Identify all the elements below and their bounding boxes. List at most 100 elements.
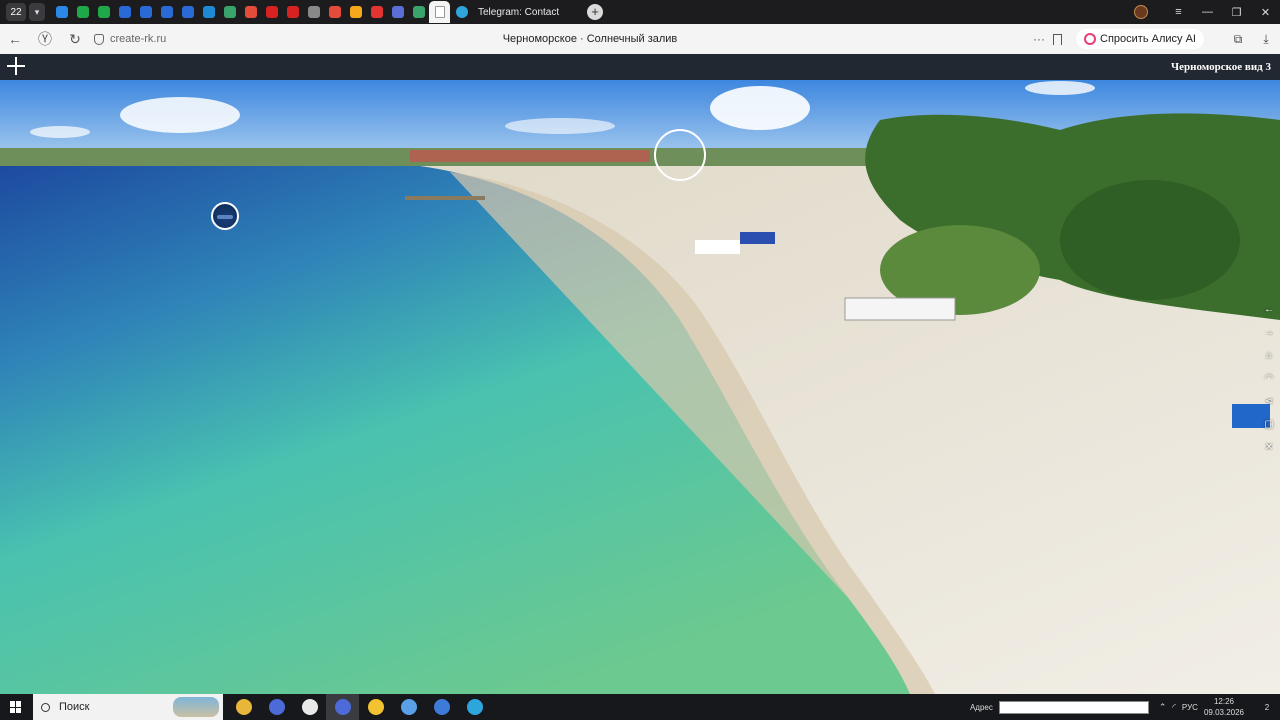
- address-toolbar-input[interactable]: [998, 700, 1149, 714]
- tab-counter-badge[interactable]: 22: [6, 3, 26, 21]
- browser-tab-strip: 22 ▾ Telegram: Contact + ≡ — ❐ ✕: [0, 0, 1280, 24]
- close-icon[interactable]: ✕: [1251, 6, 1280, 19]
- home-icon[interactable]: ⌂: [1266, 344, 1272, 367]
- taskbar-app[interactable]: [227, 694, 260, 720]
- taskbar-app-icon: [268, 699, 285, 715]
- pinned-tab[interactable]: [408, 1, 429, 23]
- more-icon[interactable]: ···: [1033, 32, 1045, 46]
- pinned-tab[interactable]: [387, 1, 408, 23]
- pinned-tab[interactable]: [93, 1, 114, 23]
- ask-alice-label: Спросить Алису AI: [1100, 33, 1196, 45]
- taskbar-app[interactable]: [260, 694, 293, 720]
- language-indicator[interactable]: РУС: [1182, 703, 1198, 712]
- taskbar-app-icon: [334, 699, 351, 715]
- restore-icon[interactable]: ❐: [1222, 6, 1251, 19]
- tab-telegram[interactable]: Telegram: Contact: [452, 1, 587, 23]
- tab-active[interactable]: [429, 1, 450, 23]
- tab-favicon-icon: [97, 6, 110, 18]
- taskbar-app-icon: [433, 699, 450, 715]
- pinned-tab[interactable]: [198, 1, 219, 23]
- share-icon[interactable]: ⋖: [1265, 390, 1273, 413]
- pinned-tab[interactable]: [135, 1, 156, 23]
- page-title: Черноморское · Солнечный залив: [502, 33, 678, 45]
- search-highlight-image: [173, 697, 219, 717]
- windows-icon: [10, 701, 22, 713]
- tab-favicon-icon: [349, 6, 362, 18]
- tab-favicon-icon: [244, 6, 257, 18]
- tab-favicon-icon: [118, 6, 131, 18]
- ask-alice-button[interactable]: Спросить Алису AI: [1076, 29, 1204, 49]
- tab-favicon-icon: [286, 6, 299, 18]
- taskbar-app[interactable]: [326, 694, 359, 720]
- taskbar-app-icon: [400, 699, 417, 715]
- alice-icon: [1084, 33, 1097, 45]
- downloads-icon[interactable]: ⤓: [1252, 32, 1280, 47]
- taskbar-app[interactable]: [458, 694, 491, 720]
- tab-favicon-icon: [307, 6, 320, 18]
- pinned-tab[interactable]: [72, 1, 93, 23]
- tab-favicon-icon: [412, 6, 425, 18]
- pinned-tab[interactable]: [177, 1, 198, 23]
- new-tab-button[interactable]: +: [587, 4, 603, 20]
- tab-list-dropdown-icon[interactable]: ▾: [29, 3, 45, 21]
- panorama-viewer[interactable]: ← → ⌂ ◠ ⋖ ▢ ✕: [0, 80, 1280, 694]
- pinned-tab[interactable]: [303, 1, 324, 23]
- profile-avatar[interactable]: [1134, 5, 1148, 19]
- notifications-button[interactable]: 2: [1254, 703, 1280, 712]
- panorama-header: Черноморское вид 3: [0, 54, 1280, 80]
- tab-favicon-icon: [76, 6, 89, 18]
- clock[interactable]: 12:26 09.03.2026: [1204, 696, 1244, 718]
- taskbar-app-icon: [301, 699, 318, 715]
- tab-telegram-label: Telegram: Contact: [478, 6, 560, 18]
- panorama-side-controls: ← → ⌂ ◠ ⋖ ▢ ✕: [1262, 298, 1276, 459]
- pinned-tab[interactable]: [114, 1, 135, 23]
- tab-favicon-icon: [265, 6, 278, 18]
- taskbar-app[interactable]: [293, 694, 326, 720]
- tab-favicon-icon: [160, 6, 173, 18]
- pinned-tabs: [51, 1, 450, 23]
- notification-count: 2: [1264, 702, 1270, 712]
- tab-favicon-icon: [181, 6, 194, 18]
- tab-favicon-icon: [328, 6, 341, 18]
- close-panel-icon[interactable]: ✕: [1265, 436, 1273, 459]
- taskbar-app[interactable]: [392, 694, 425, 720]
- arrow-right-icon[interactable]: →: [1264, 321, 1274, 344]
- address-bar: ← Ⓨ ↻ create-rk.ru Черноморское · Солнеч…: [0, 24, 1280, 54]
- address-bar-actions: ··· Спросить Алису AI ⧉ ⤓: [1033, 24, 1280, 54]
- pinned-tab[interactable]: [156, 1, 177, 23]
- taskbar-app-icon: [235, 699, 252, 715]
- start-button[interactable]: [0, 701, 32, 713]
- fullscreen-icon[interactable]: ▢: [1264, 413, 1273, 436]
- pinned-tab[interactable]: [261, 1, 282, 23]
- tab-favicon-icon: [202, 6, 215, 18]
- minimize-icon[interactable]: —: [1193, 6, 1222, 18]
- tray-overflow-icon[interactable]: ⌃: [1159, 702, 1167, 713]
- taskbar-search[interactable]: Поиск: [33, 694, 223, 720]
- pinned-tab[interactable]: [345, 1, 366, 23]
- arrow-left-icon[interactable]: ←: [1264, 298, 1274, 321]
- wifi-icon[interactable]: ◜: [1172, 702, 1176, 713]
- navigation-hotspot[interactable]: [211, 202, 239, 230]
- search-icon: [41, 702, 50, 712]
- pinned-tab[interactable]: [240, 1, 261, 23]
- taskbar-app[interactable]: [359, 694, 392, 720]
- pinned-tab[interactable]: [282, 1, 303, 23]
- tab-favicon-icon: [391, 6, 404, 18]
- tab-favicon-icon: [223, 6, 236, 18]
- system-tray: Адрес ⌃ ◜ РУС 12:26 09.03.2026 2: [970, 694, 1280, 720]
- window-controls: ≡ — ❐ ✕: [1134, 0, 1280, 24]
- collections-icon[interactable]: ⧉: [1224, 32, 1252, 47]
- eye-icon[interactable]: ◠: [1265, 367, 1274, 390]
- bookmark-icon[interactable]: [1053, 33, 1063, 45]
- panorama-image: [0, 80, 1280, 694]
- pinned-tab[interactable]: [366, 1, 387, 23]
- menu-icon[interactable]: ≡: [1164, 6, 1193, 18]
- pinned-tab[interactable]: [324, 1, 345, 23]
- pinned-tab[interactable]: [51, 1, 72, 23]
- pinned-tab[interactable]: [219, 1, 240, 23]
- taskbar-app-icon: [367, 699, 384, 715]
- taskbar-app[interactable]: [425, 694, 458, 720]
- plus-icon[interactable]: [6, 56, 26, 76]
- taskbar: Поиск Адрес ⌃ ◜ РУС 12:26 09.03.2026 2: [0, 694, 1280, 720]
- search-placeholder: Поиск: [59, 701, 90, 713]
